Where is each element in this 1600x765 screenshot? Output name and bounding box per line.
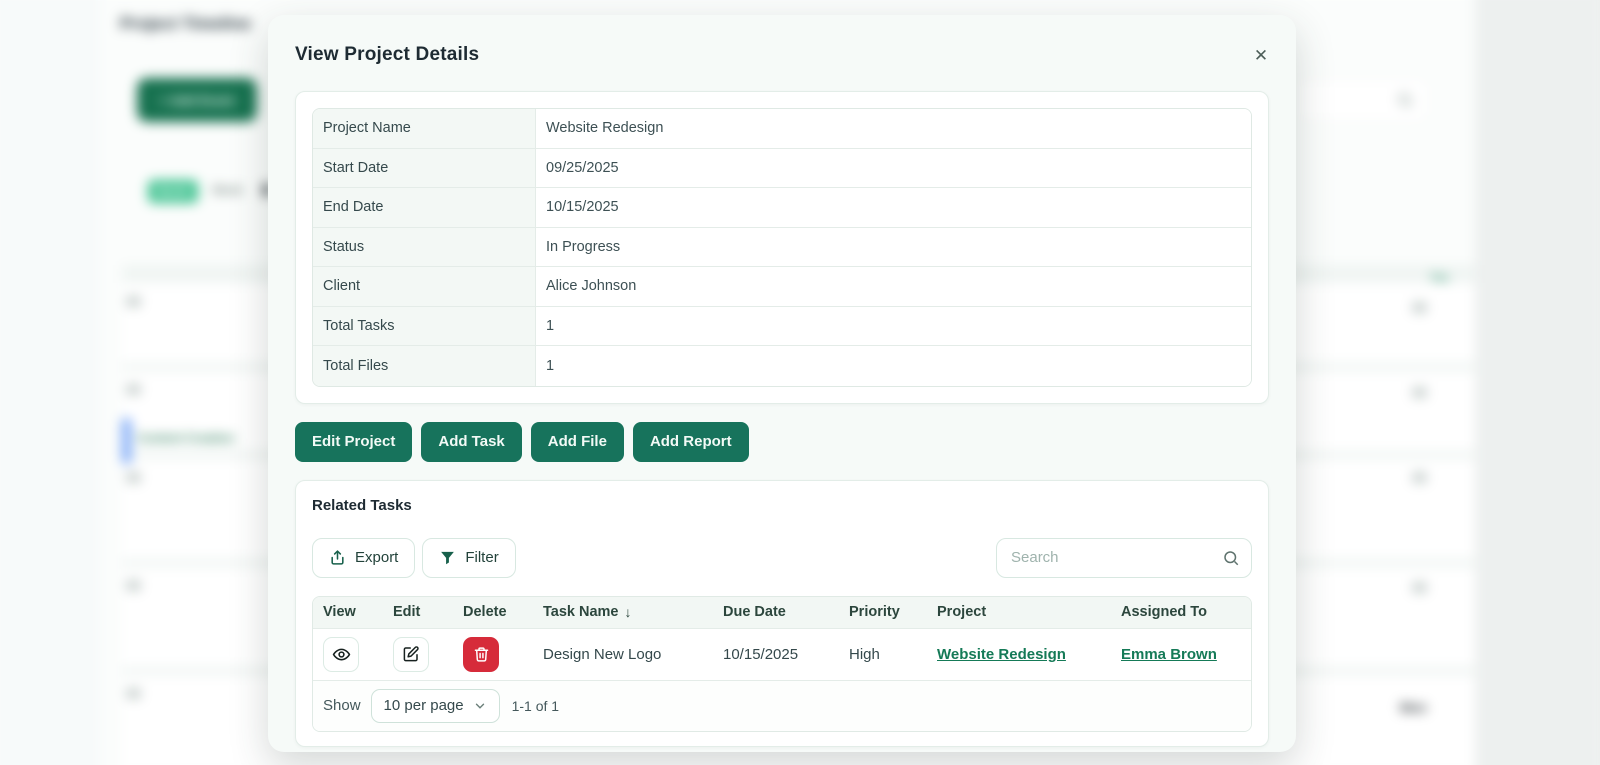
detail-row-start-date: Start Date 09/25/2025 bbox=[313, 149, 1251, 189]
project-details-table: Project Name Website Redesign Start Date… bbox=[312, 108, 1252, 387]
cell-assigned-to-link[interactable]: Emma Brown bbox=[1121, 646, 1217, 663]
day-number bbox=[126, 296, 141, 307]
detail-label: Status bbox=[313, 228, 536, 267]
detail-value: In Progress bbox=[536, 228, 1251, 267]
table-footer: Show 10 per page 1-1 of 1 bbox=[313, 681, 1251, 731]
page-title: Project Timeline bbox=[120, 14, 251, 34]
day-number bbox=[1412, 472, 1427, 483]
detail-value: 10/15/2025 bbox=[536, 188, 1251, 227]
project-details-card: Project Name Website Redesign Start Date… bbox=[295, 91, 1269, 404]
detail-label: Total Tasks bbox=[313, 307, 536, 346]
edit-icon bbox=[402, 645, 420, 663]
modal-title: View Project Details bbox=[295, 44, 1269, 66]
view-project-details-modal: ✕ View Project Details Project Name Webs… bbox=[268, 15, 1296, 752]
filter-icon bbox=[439, 549, 456, 566]
per-page-select[interactable]: 10 per page bbox=[371, 689, 500, 723]
header-due-date: Due Date bbox=[713, 604, 839, 620]
filter-label: Filter bbox=[465, 549, 498, 566]
event-bar bbox=[122, 418, 131, 464]
eye-icon bbox=[332, 645, 351, 664]
cell-due-date: 10/15/2025 bbox=[713, 646, 839, 663]
detail-row-project-name: Project Name Website Redesign bbox=[313, 109, 1251, 149]
view-row-button[interactable] bbox=[323, 637, 359, 672]
header-delete: Delete bbox=[453, 604, 533, 620]
toggle-month: Month bbox=[148, 180, 198, 203]
day-number bbox=[1412, 302, 1427, 313]
related-tasks-toolbar: Export Filter bbox=[312, 538, 1252, 578]
export-label: Export bbox=[355, 549, 398, 566]
event-label: Content Creation bbox=[137, 431, 234, 445]
header-edit: Edit bbox=[383, 604, 453, 620]
pagination-range: 1-1 of 1 bbox=[512, 698, 559, 714]
toggle-week: Week bbox=[212, 183, 243, 197]
detail-label: End Date bbox=[313, 188, 536, 227]
header-task-name-label: Task Name bbox=[543, 604, 619, 620]
search-icon bbox=[1396, 91, 1414, 109]
header-assigned-to: Assigned To bbox=[1111, 604, 1251, 620]
related-tasks-title: Related Tasks bbox=[312, 497, 1252, 514]
weekday-label-mon: Mon bbox=[1400, 700, 1427, 715]
background-search-input bbox=[1297, 78, 1429, 122]
related-tasks-card: Related Tasks Export Filter View Edit De… bbox=[295, 480, 1269, 747]
search-icon bbox=[1222, 549, 1240, 567]
search-input[interactable] bbox=[996, 538, 1252, 578]
detail-value: Website Redesign bbox=[536, 109, 1251, 148]
table-row: Design New Logo 10/15/2025 High Website … bbox=[313, 629, 1251, 681]
detail-label: Project Name bbox=[313, 109, 536, 148]
modal-actions: Edit Project Add Task Add File Add Repor… bbox=[295, 422, 1269, 462]
detail-row-client: Client Alice Johnson bbox=[313, 267, 1251, 307]
per-page-value: 10 per page bbox=[384, 697, 464, 714]
weekday-label-tue: Tue bbox=[1430, 272, 1449, 284]
detail-label: Total Files bbox=[313, 346, 536, 386]
add-event-button: + Add Event bbox=[137, 78, 257, 122]
add-task-button[interactable]: Add Task bbox=[421, 422, 521, 462]
day-number bbox=[1412, 582, 1427, 593]
export-button[interactable]: Export bbox=[312, 538, 415, 578]
close-icon[interactable]: ✕ bbox=[1248, 43, 1274, 69]
detail-value: Alice Johnson bbox=[536, 267, 1251, 306]
detail-value: 1 bbox=[536, 346, 1251, 386]
background-left-pane bbox=[0, 0, 100, 765]
edit-project-button[interactable]: Edit Project bbox=[295, 422, 412, 462]
detail-value: 09/25/2025 bbox=[536, 149, 1251, 188]
day-number bbox=[126, 472, 141, 483]
detail-row-end-date: End Date 10/15/2025 bbox=[313, 188, 1251, 228]
detail-row-total-files: Total Files 1 bbox=[313, 346, 1251, 386]
detail-label: Client bbox=[313, 267, 536, 306]
export-icon bbox=[329, 549, 346, 566]
detail-row-total-tasks: Total Tasks 1 bbox=[313, 307, 1251, 347]
header-priority: Priority bbox=[839, 604, 927, 620]
detail-label: Start Date bbox=[313, 149, 536, 188]
filter-button[interactable]: Filter bbox=[422, 538, 515, 578]
table-header-row: View Edit Delete Task Name ↓ Due Date Pr… bbox=[313, 597, 1251, 629]
header-task-name[interactable]: Task Name ↓ bbox=[533, 604, 713, 620]
day-number bbox=[1412, 387, 1427, 398]
edit-row-button[interactable] bbox=[393, 637, 429, 672]
background-right-gutter bbox=[1475, 0, 1600, 765]
cell-task-name: Design New Logo bbox=[533, 646, 713, 663]
add-file-button[interactable]: Add File bbox=[531, 422, 624, 462]
day-number bbox=[126, 688, 141, 699]
cell-priority: High bbox=[839, 646, 927, 663]
related-tasks-table: View Edit Delete Task Name ↓ Due Date Pr… bbox=[312, 596, 1252, 732]
header-project: Project bbox=[927, 604, 1111, 620]
detail-value: 1 bbox=[536, 307, 1251, 346]
chevron-down-icon bbox=[473, 699, 487, 713]
cell-project-link[interactable]: Website Redesign bbox=[937, 646, 1066, 663]
day-number bbox=[126, 580, 141, 591]
header-view: View bbox=[313, 604, 383, 620]
detail-row-status: Status In Progress bbox=[313, 228, 1251, 268]
trash-icon bbox=[473, 646, 490, 663]
show-label: Show bbox=[323, 697, 361, 714]
tasks-search bbox=[996, 538, 1252, 578]
day-number bbox=[126, 384, 141, 395]
delete-row-button[interactable] bbox=[463, 637, 499, 672]
sort-desc-icon: ↓ bbox=[625, 604, 632, 620]
add-report-button[interactable]: Add Report bbox=[633, 422, 749, 462]
